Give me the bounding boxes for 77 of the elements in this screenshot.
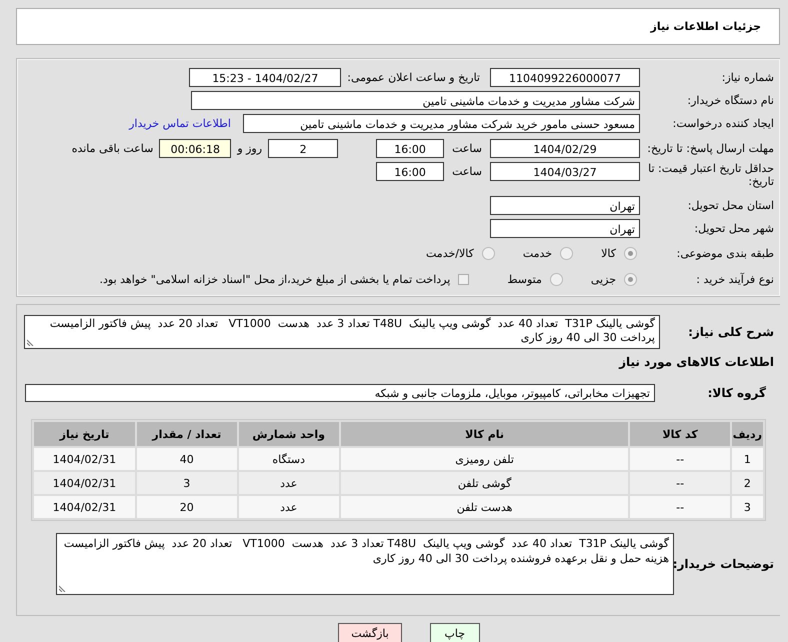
table-cell: 2 [732, 472, 763, 494]
validity-date-field[interactable]: 1404/03/27 [490, 162, 640, 181]
resize-grip-icon[interactable] [59, 585, 66, 592]
radio-button[interactable] [482, 246, 495, 260]
time-label: ساعت [452, 142, 482, 155]
buyer-org-field[interactable]: شرکت مشاور مدیریت و خدمات ماشینی تامین [191, 91, 640, 110]
province-field[interactable]: تهران [490, 196, 640, 215]
radio-label: متوسط [507, 272, 542, 286]
field-text: گوشی یالینک T31P تعداد 40 عدد گوشی ویپ یالینک T48U تعداد 3 عدد هدست VT1000 تعداد 20 عدد پیش فاکتور الزامیست پرداخت 30 الی 40 روز کاری [48, 317, 655, 344]
radio-button[interactable] [550, 272, 563, 286]
radio-label: جزیی [590, 272, 616, 286]
city-field[interactable]: تهران [490, 219, 640, 238]
table-cell: 3 [732, 496, 763, 518]
description-field[interactable]: گوشی یالینک T31P تعداد 40 عدد گوشی ویپ یالینک T48U تعداد 3 عدد هدست VT1000 تعداد 20 عدد پیش فاکتور الزامیست پرداخت 30 الی 40 روز کاری [24, 315, 660, 349]
time-label: ساعت [452, 165, 482, 178]
field-label: تاریخ و ساعت اعلان عمومی: [346, 71, 481, 84]
table-cell: 20 [136, 496, 237, 518]
field-label: نوع فرآیند خرید : [695, 272, 775, 286]
table-cell: 3 [136, 472, 237, 494]
field-label: طبقه بندی موضوعی: [676, 246, 775, 260]
table-cell: -- [630, 496, 730, 518]
announce-date-field[interactable]: 1404/02/27 - 15:23 [189, 68, 342, 87]
section-heading: اطلاعات کالاهای مورد نیاز [618, 354, 775, 369]
validity-time-field[interactable]: 16:00 [376, 162, 444, 181]
radio-label: خدمت [522, 246, 552, 260]
field-text: گوشی یالینک T31P تعداد 40 عدد گوشی ویپ یالینک T48U تعداد 3 عدد هدست VT1000 تعداد 20 عدد پیش فاکتور الزامیست هزینه حمل و نقل برعهده فروشنده پرداخت 30 الی 40 روز کاری [62, 537, 669, 565]
back-button[interactable]: بازگشت [338, 623, 402, 642]
deadline-time-field[interactable]: 16:00 [376, 139, 444, 158]
field-label: مهلت ارسال پاسخ: تا تاریخ: [646, 142, 775, 155]
radio-button[interactable] [560, 246, 574, 260]
column-header: کد کالا [630, 422, 730, 446]
remaining-time-field[interactable]: 00:06:18 [159, 139, 232, 158]
table-cell: عدد [238, 472, 339, 494]
radio-label: کالا/خدمت [426, 246, 474, 260]
field-label: نام دستگاه خریدار: [686, 94, 775, 107]
page-title: جزئیات اطلاعات نیاز [650, 20, 761, 33]
buyer-notes-field[interactable]: گوشی یالینک T31P تعداد 40 عدد گوشی ویپ یالینک T48U تعداد 3 عدد هدست VT1000 تعداد 20 عدد پیش فاکتور الزامیست هزینه حمل و نقل برعهده فروشنده پرداخت 30 الی 40 روز کاری [56, 533, 674, 595]
table-cell: -- [630, 472, 730, 494]
table-cell: 40 [136, 448, 237, 470]
column-header: ردیف [732, 422, 763, 446]
table-cell: عدد [238, 496, 339, 518]
requester-field[interactable]: مسعود حسنی مامور خرید شرکت مشاور مدیریت و خدمات ماشینی تامین [243, 114, 640, 133]
column-header: نام کالا [340, 422, 628, 446]
print-button[interactable]: چاپ [430, 623, 480, 642]
need-number-field[interactable]: 1104099226000077 [490, 68, 640, 87]
table-cell: -- [630, 448, 730, 470]
table-cell: 1 [732, 448, 763, 470]
table-cell: 1404/02/31 [34, 472, 135, 494]
field-label: توضیحات خریدار: [674, 558, 775, 570]
buyer-contact-link[interactable]: اطلاعات تماس خریدار [129, 117, 231, 130]
remaining-label: ساعت باقی مانده [72, 142, 154, 155]
column-header: تعداد / مقدار [136, 422, 237, 446]
radio-button[interactable] [624, 246, 637, 260]
days-label: روز و [237, 142, 262, 155]
column-header: تاریخ نیاز [34, 422, 135, 446]
field-label: گروه کالا: [706, 386, 767, 400]
table-cell: دستگاه [238, 448, 339, 470]
field-label: شهر محل تحویل: [693, 222, 775, 235]
checkbox-label: پرداخت تمام یا بخشی از مبلغ خرید،از محل "اسناد خزانه اسلامی" خواهد بود. [100, 272, 450, 286]
field-label: حداقل تاریخ اعتبار قیمت: تا تاریخ: [647, 162, 775, 188]
deadline-date-field[interactable]: 1404/02/29 [490, 139, 640, 158]
table-cell: 1404/02/31 [34, 496, 135, 518]
field-label: شماره نیاز: [720, 71, 775, 84]
table-cell: تلفن رومیزی [340, 448, 628, 470]
field-label: ایجاد کننده درخواست: [672, 117, 775, 130]
checkbox[interactable] [458, 274, 470, 284]
radio-button[interactable] [624, 272, 637, 286]
table-cell: گوشی تلفن [340, 472, 628, 494]
resize-grip-icon[interactable] [27, 339, 34, 346]
field-label: استان محل تحویل: [686, 199, 775, 212]
item-group-field[interactable]: تجهیزات مخابراتی، کامپیوتر، موبایل، ملزومات جانبی و شبکه [25, 384, 655, 402]
field-label: شرح کلی نیاز: [687, 326, 775, 338]
table-cell: 1404/02/31 [34, 448, 135, 470]
table-cell: هدست تلفن [340, 496, 628, 518]
radio-label: کالا [601, 246, 616, 260]
days-field[interactable]: 2 [268, 139, 338, 158]
column-header: واحد شمارش [238, 422, 339, 446]
